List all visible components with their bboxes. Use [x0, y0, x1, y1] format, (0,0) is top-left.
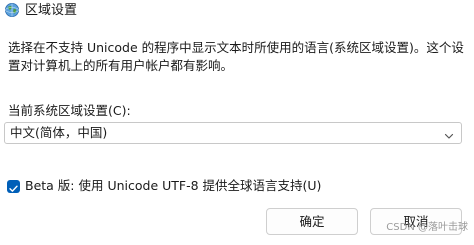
window-title: 区域设置 [25, 3, 78, 18]
watermark: CSDN @落叶击球 [386, 222, 468, 233]
locale-dropdown-value: 中文(简体，中国) [10, 125, 108, 140]
beta-utf8-label[interactable]: Beta 版: 使用 Unicode UTF-8 提供全球语言支持(U) [25, 178, 321, 194]
region-settings-dialog: 区域设置 选择在不支持 Unicode 的程序中显示文本时所使用的语言(系统区域… [0, 0, 474, 245]
checkmark-icon [9, 185, 18, 192]
chevron-down-icon [443, 127, 455, 139]
globe-region-icon [4, 2, 20, 18]
description-text: 选择在不支持 Unicode 的程序中显示文本时所使用的语言(系统区域设置)。这… [8, 40, 464, 73]
current-locale-label: 当前系统区域设置(C): [8, 103, 131, 118]
beta-utf8-checkbox[interactable] [7, 180, 20, 193]
title-bar: 区域设置 [0, 0, 474, 22]
ok-button[interactable]: 确定 [266, 208, 358, 235]
locale-dropdown[interactable]: 中文(简体，中国) [4, 122, 462, 144]
